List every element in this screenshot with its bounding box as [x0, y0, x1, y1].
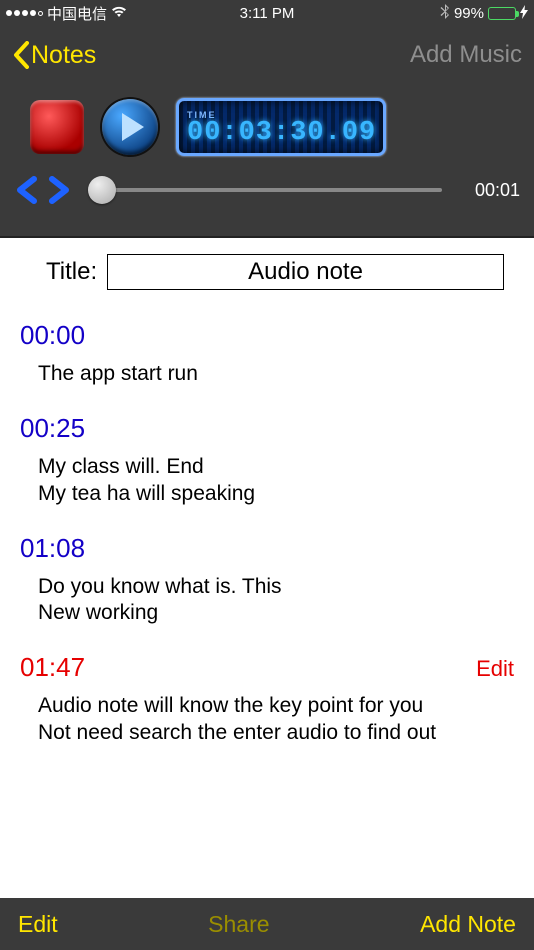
play-button[interactable]	[102, 99, 158, 155]
seek-forward-button[interactable]	[48, 176, 78, 204]
bottom-toolbar: Edit Share Add Note	[0, 898, 534, 950]
battery-icon	[488, 7, 516, 20]
note-timestamp[interactable]: 00:25	[20, 413, 85, 444]
add-note-button[interactable]: Add Note	[420, 911, 516, 938]
note-timestamp[interactable]: 01:47	[20, 652, 85, 683]
status-time: 3:11 PM	[240, 5, 295, 22]
playback-slider[interactable]	[88, 188, 442, 192]
carrier-label: 中国电信	[47, 3, 107, 24]
note-text: The app start run	[20, 351, 514, 387]
record-button[interactable]	[30, 100, 84, 154]
note-edit-button[interactable]: Edit	[476, 656, 514, 682]
battery-pct: 99%	[454, 5, 484, 22]
add-music-button[interactable]: Add Music	[410, 41, 522, 69]
back-button[interactable]: Notes	[12, 41, 96, 70]
note-text: Do you know what is. This New working	[20, 564, 514, 627]
nav-bar: Notes Add Music	[0, 26, 534, 84]
slider-thumb-icon[interactable]	[88, 176, 116, 204]
charging-icon	[520, 5, 528, 22]
note-item[interactable]: 00:00The app start run	[18, 310, 516, 403]
chevron-left-icon	[12, 41, 29, 69]
time-display-value: 00:03:30.09	[187, 118, 375, 148]
note-timestamp[interactable]: 00:00	[20, 320, 85, 351]
edit-button[interactable]: Edit	[18, 911, 58, 938]
share-button[interactable]: Share	[208, 911, 269, 938]
note-item[interactable]: 01:47 EditAudio note will know the key po…	[18, 642, 516, 762]
note-timestamp[interactable]: 01:08	[20, 533, 85, 564]
title-input[interactable]	[107, 254, 504, 290]
note-text: My class will. End My tea ha will speaki…	[20, 444, 514, 507]
seek-back-button[interactable]	[14, 176, 44, 204]
note-item[interactable]: 00:25My class will. End My tea ha will s…	[18, 403, 516, 523]
bluetooth-icon	[440, 4, 450, 23]
player-panel: TIME 00:03:30.09 00:01	[0, 84, 534, 238]
note-text: Audio note will know the key point for y…	[20, 683, 514, 746]
notes-content: Title: 00:00The app start run00:25My cla…	[0, 238, 534, 898]
back-label: Notes	[31, 41, 96, 70]
time-display: TIME 00:03:30.09	[176, 98, 386, 156]
wifi-icon	[111, 5, 127, 22]
slider-end-time: 00:01	[460, 180, 520, 201]
signal-dots-icon	[6, 10, 43, 16]
play-icon	[122, 113, 144, 141]
note-item[interactable]: 01:08Do you know what is. This New worki…	[18, 523, 516, 643]
title-label: Title:	[46, 258, 97, 286]
status-bar: 中国电信 3:11 PM 99%	[0, 0, 534, 26]
